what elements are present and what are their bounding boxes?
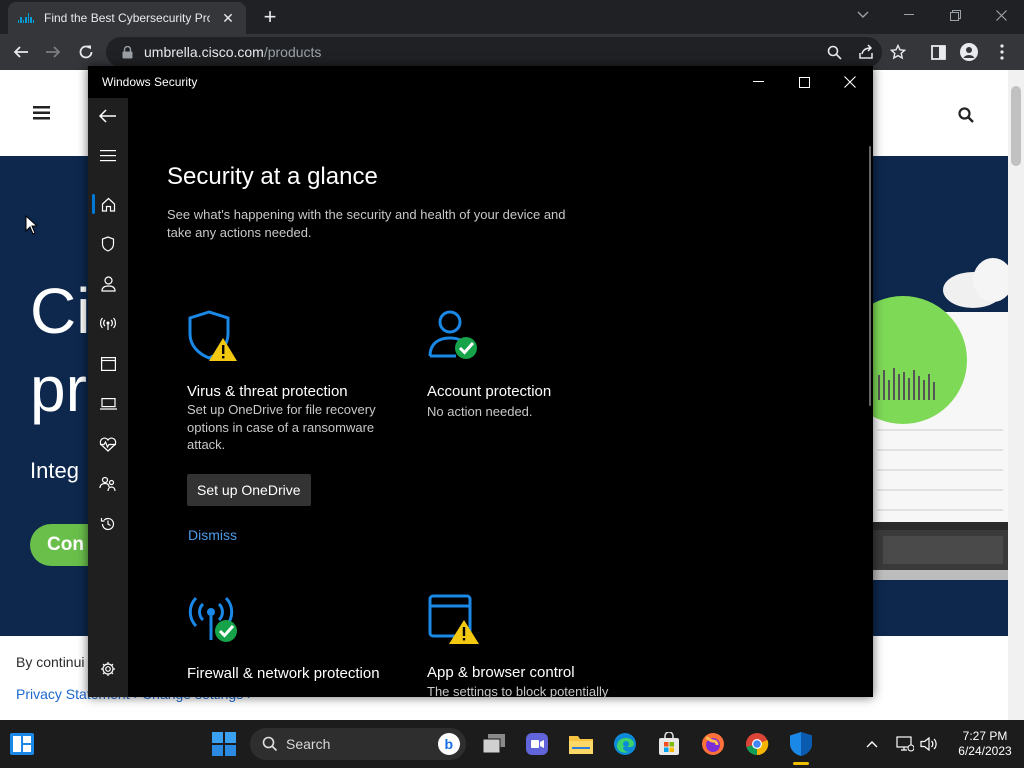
browser-tab-strip: Find the Best Cybersecurity Prod ✕ + — [0, 0, 1024, 34]
profile-icon[interactable] — [957, 40, 981, 64]
ws-scrollbar[interactable] — [869, 146, 871, 406]
firewall-network-ok-icon — [187, 594, 239, 649]
hero-title-line1: Ci — [30, 275, 91, 347]
page-scrollbar[interactable] — [1008, 70, 1024, 720]
setup-onedrive-button[interactable]: Set up OneDrive — [187, 474, 311, 506]
bookmark-star-icon[interactable] — [886, 40, 910, 64]
ws-nav-history-icon[interactable] — [88, 506, 128, 542]
chrome-icon[interactable] — [741, 728, 773, 760]
ws-titlebar[interactable]: Windows Security — [88, 66, 873, 98]
tray-volume-icon[interactable] — [913, 728, 945, 760]
firefox-icon[interactable] — [697, 728, 729, 760]
account-ok-icon — [428, 310, 480, 367]
ws-page-description: See what's happening with the security a… — [167, 207, 566, 240]
ws-window-title: Windows Security — [102, 75, 198, 89]
microsoft-store-icon[interactable] — [653, 728, 685, 760]
hero-title-line2: pr — [30, 353, 87, 425]
zoom-search-icon[interactable] — [822, 40, 846, 64]
windows-taskbar: Search b 7:27 PM 6/24/2023 — [0, 720, 1024, 768]
product-screenshot-illustration — [839, 200, 1008, 600]
browser-toolbar: umbrella.cisco.com/products — [0, 34, 1024, 70]
share-icon[interactable] — [854, 40, 878, 64]
lock-icon[interactable] — [120, 45, 134, 59]
new-tab-button[interactable]: + — [258, 6, 282, 28]
task-view-icon[interactable] — [478, 728, 510, 760]
ws-content: Security at a glance See what's happenin… — [128, 98, 873, 697]
shield-warning-icon — [187, 310, 237, 367]
tab-title: Find the Best Cybersecurity Prod — [44, 11, 210, 25]
svg-text:b: b — [445, 736, 454, 752]
file-explorer-icon[interactable] — [565, 728, 597, 760]
tray-clock[interactable]: 7:27 PM 6/24/2023 — [950, 729, 1020, 759]
ws-nav-device-icon[interactable] — [88, 386, 128, 422]
url-text: umbrella.cisco.com/products — [144, 44, 322, 60]
ws-nav-account-icon[interactable] — [88, 266, 128, 302]
taskbar-search-icon — [262, 736, 278, 752]
firewall-network-title[interactable]: Firewall & network protection — [187, 664, 387, 684]
mouse-cursor-icon — [25, 214, 39, 240]
account-protection-desc: No action needed. — [427, 404, 533, 419]
cisco-favicon-icon — [18, 13, 34, 23]
browser-tab[interactable]: Find the Best Cybersecurity Prod ✕ — [8, 2, 246, 34]
ws-nav-family-icon[interactable] — [88, 466, 128, 502]
hero-subtitle: Integ — [30, 458, 79, 483]
ws-close-button[interactable] — [827, 66, 873, 98]
active-app-indicator — [793, 762, 809, 765]
start-windows-icon[interactable] — [208, 728, 240, 760]
app-browser-desc: The settings to block potentially — [427, 684, 609, 697]
taskbar-search-box[interactable]: Search b — [250, 728, 466, 760]
dismiss-link[interactable]: Dismiss — [188, 527, 237, 543]
cookie-notice-text: By continui — [16, 654, 85, 670]
hamburger-menu-icon[interactable] — [33, 106, 50, 125]
app-browser-warning-icon — [428, 594, 480, 651]
app-browser-title[interactable]: App & browser control — [427, 664, 575, 681]
back-icon[interactable] — [9, 40, 33, 64]
teams-chat-icon[interactable] — [521, 728, 553, 760]
page-scrollbar-thumb[interactable] — [1011, 86, 1021, 166]
ws-page-title: Security at a glance — [167, 163, 378, 190]
ws-nav-app-browser-icon[interactable] — [88, 346, 128, 382]
tray-time: 7:27 PM — [962, 729, 1008, 743]
address-bar[interactable]: umbrella.cisco.com/products — [106, 37, 882, 67]
browser-minimize-button[interactable] — [886, 0, 932, 30]
tray-date: 6/24/2023 — [958, 744, 1012, 758]
ws-nav-shield-icon[interactable] — [88, 226, 128, 262]
tray-chevron-up-icon[interactable] — [856, 728, 888, 760]
forward-icon[interactable] — [41, 40, 65, 64]
ws-back-icon[interactable] — [88, 98, 128, 134]
ws-minimize-button[interactable] — [735, 66, 781, 98]
edge-browser-icon[interactable] — [609, 728, 641, 760]
tab-close-icon[interactable]: ✕ — [220, 10, 236, 27]
windows-security-taskbar-icon[interactable] — [785, 728, 817, 760]
ws-nav-home-icon[interactable] — [88, 186, 128, 222]
browser-restore-button[interactable] — [932, 0, 978, 30]
site-search-icon[interactable] — [958, 107, 974, 128]
virus-threat-title[interactable]: Virus & threat protection — [187, 383, 348, 400]
ws-nav-health-icon[interactable] — [88, 426, 128, 462]
virus-threat-desc: Set up OneDrive for file recovery option… — [187, 402, 376, 452]
browser-close-button[interactable] — [978, 0, 1024, 30]
windows-security-window: Windows Security Security at a glance Se… — [88, 66, 873, 697]
reload-icon[interactable] — [74, 40, 98, 64]
ws-hamburger-icon[interactable] — [88, 138, 128, 174]
ws-nav-rail — [88, 98, 128, 697]
account-protection-title[interactable]: Account protection — [427, 383, 551, 400]
bing-icon[interactable]: b — [438, 733, 460, 760]
ws-maximize-button[interactable] — [781, 66, 827, 98]
taskbar-search-label: Search — [286, 736, 331, 752]
widgets-icon[interactable] — [6, 728, 38, 760]
chrome-menu-icon[interactable] — [990, 40, 1014, 64]
ws-nav-network-icon[interactable] — [88, 306, 128, 342]
tab-search-icon[interactable] — [840, 0, 886, 30]
side-panel-icon[interactable] — [926, 40, 950, 64]
ws-settings-gear-icon[interactable] — [88, 651, 128, 687]
